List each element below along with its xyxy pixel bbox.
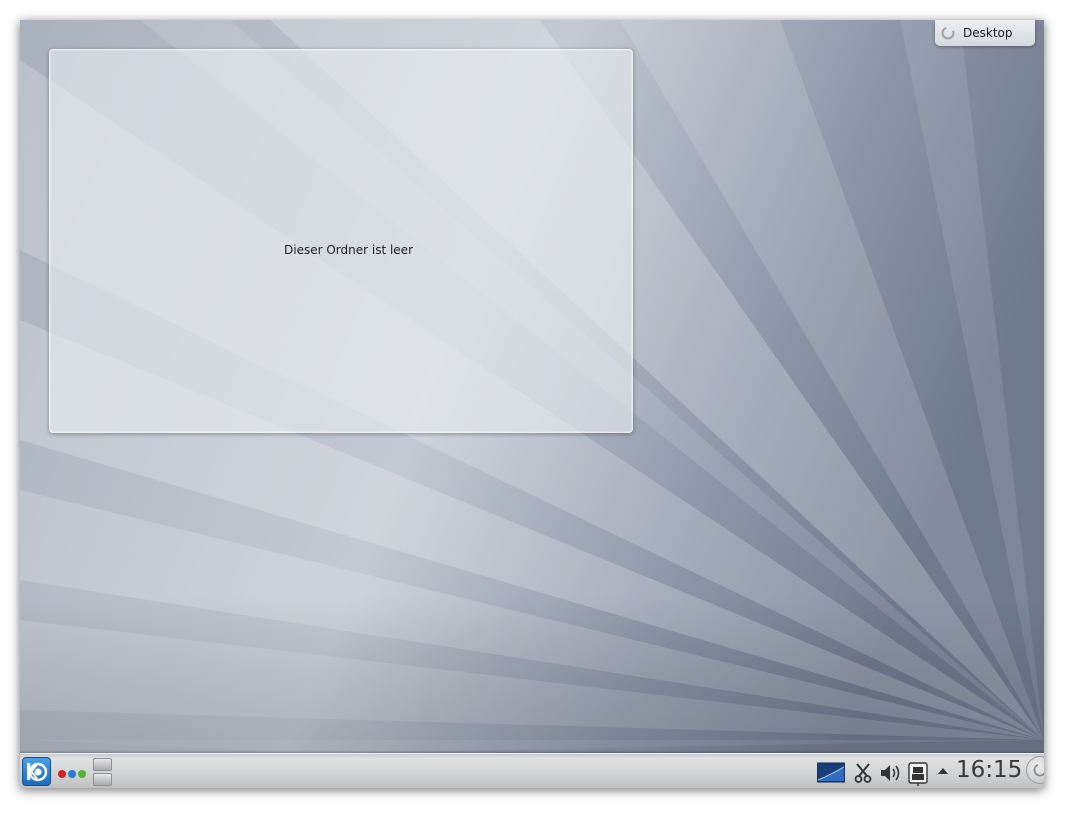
folder-empty-message: Dieser Ordner ist leer bbox=[284, 243, 413, 257]
volume-icon[interactable] bbox=[879, 762, 903, 784]
folder-view-widget[interactable]: Dieser Ordner ist leer bbox=[49, 49, 633, 433]
kde-kickoff-icon bbox=[27, 762, 48, 782]
desktop-toolbox-label: Desktop bbox=[963, 26, 1013, 40]
pager-desktop-1[interactable] bbox=[93, 758, 112, 771]
klipper-scissors-icon[interactable] bbox=[854, 762, 872, 784]
desktop-pager[interactable] bbox=[93, 758, 112, 787]
tray-expand-arrow-icon[interactable] bbox=[937, 766, 949, 776]
application-launcher-button[interactable] bbox=[22, 757, 51, 786]
pager-desktop-2[interactable] bbox=[93, 773, 112, 786]
desktop-toolbox-button[interactable]: Desktop bbox=[935, 20, 1035, 46]
panel-toolbox-button[interactable] bbox=[1026, 756, 1044, 784]
panel-toolbox-icon bbox=[1033, 763, 1044, 777]
keyboard-layout-icon[interactable] bbox=[908, 762, 928, 786]
activity-manager-icon[interactable] bbox=[57, 769, 87, 779]
network-monitor-icon[interactable] bbox=[817, 762, 845, 784]
cashew-icon bbox=[941, 26, 955, 40]
kde-desktop[interactable]: Desktop Dieser Ordner ist leer 16:15 bbox=[20, 20, 1044, 788]
digital-clock[interactable]: 16:15 bbox=[956, 757, 1022, 783]
